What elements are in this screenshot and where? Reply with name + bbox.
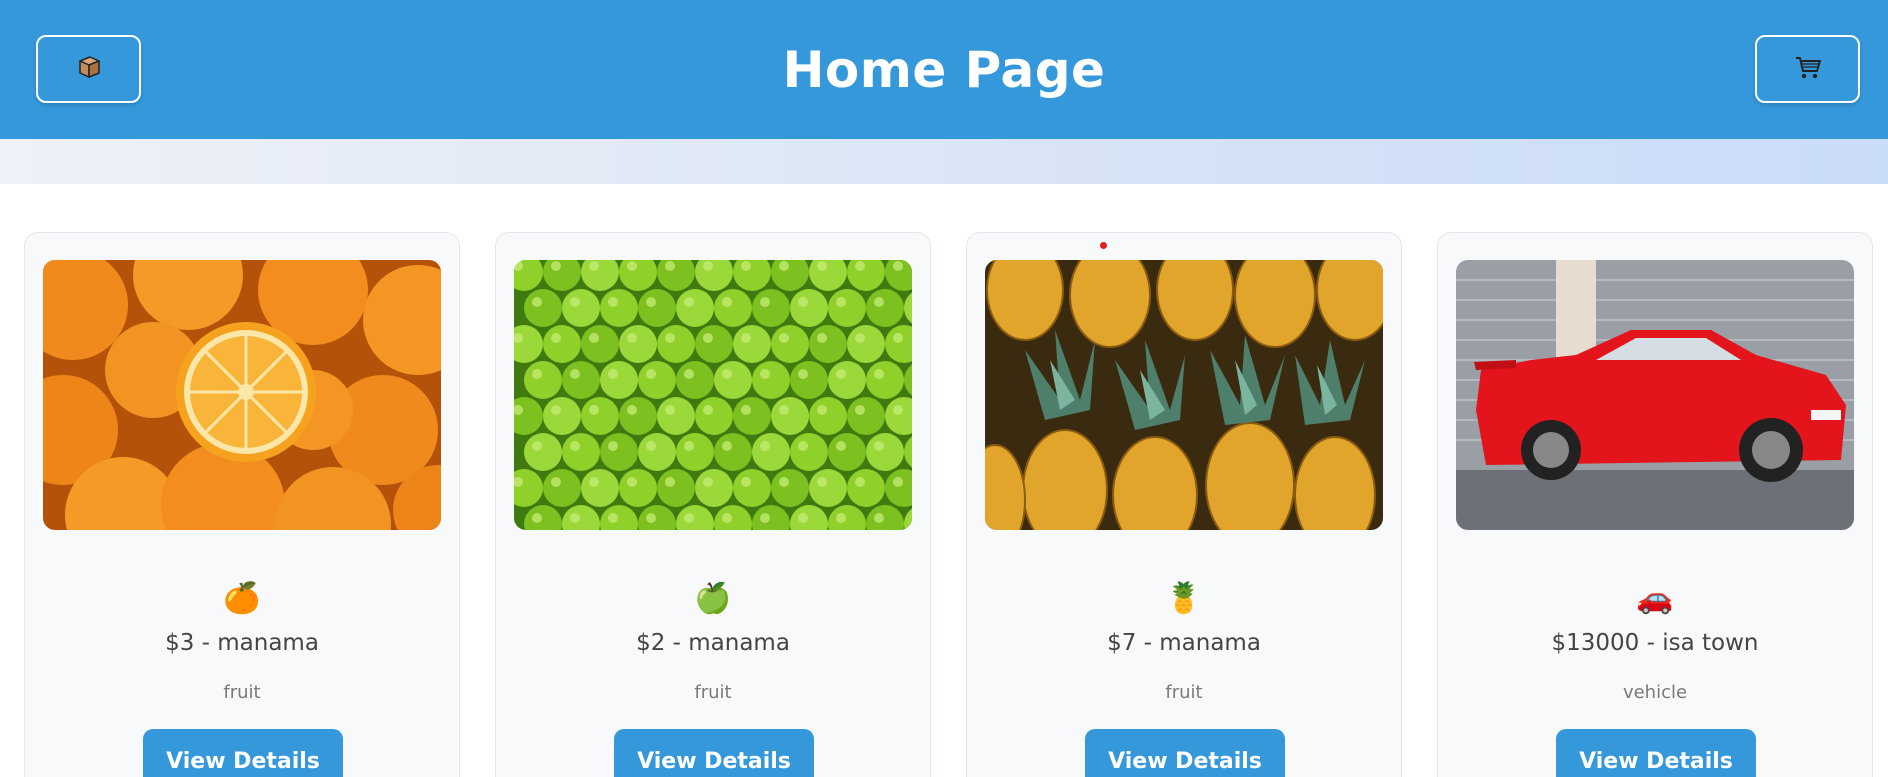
cart-icon <box>1793 52 1823 86</box>
view-details-button[interactable]: View Details <box>614 729 814 777</box>
product-category: fruit <box>223 682 261 703</box>
fruit-emoji-icon: 🍊 <box>223 580 261 616</box>
product-card: 🍊 $3 - manama fruit View Details <box>24 232 460 777</box>
view-details-button[interactable]: View Details <box>1085 729 1285 777</box>
package-button[interactable] <box>36 35 141 103</box>
apple-emoji-icon: 🍏 <box>694 580 732 616</box>
product-category: fruit <box>1165 682 1203 703</box>
product-card: 🍍 $7 - manama fruit View Details <box>966 232 1402 777</box>
cart-button[interactable] <box>1755 35 1860 103</box>
header: Home Page <box>0 0 1888 139</box>
product-image-red-car <box>1456 260 1854 530</box>
product-category: fruit <box>694 682 732 703</box>
product-price-location: $2 - manama <box>636 630 790 656</box>
sub-banner <box>0 139 1888 184</box>
product-price-location: $13000 - isa town <box>1551 630 1759 656</box>
package-icon <box>74 52 104 86</box>
product-price-location: $3 - manama <box>165 630 319 656</box>
product-card: 🍏 $2 - manama fruit View Details <box>495 232 931 777</box>
cursor-dot <box>1100 242 1107 249</box>
view-details-button[interactable]: View Details <box>143 729 343 777</box>
view-details-button[interactable]: View Details <box>1556 729 1756 777</box>
product-image-green-apples <box>514 260 912 530</box>
product-image-pineapples <box>985 260 1383 530</box>
product-category: vehicle <box>1622 682 1688 703</box>
page-title: Home Page <box>782 40 1106 99</box>
product-card: 🚗 $13000 - isa town vehicle View Details <box>1437 232 1873 777</box>
product-image-oranges <box>43 260 441 530</box>
product-price-location: $7 - manama <box>1107 630 1261 656</box>
pineapple-emoji-icon: 🍍 <box>1165 580 1203 616</box>
car-emoji-icon: 🚗 <box>1636 580 1674 616</box>
